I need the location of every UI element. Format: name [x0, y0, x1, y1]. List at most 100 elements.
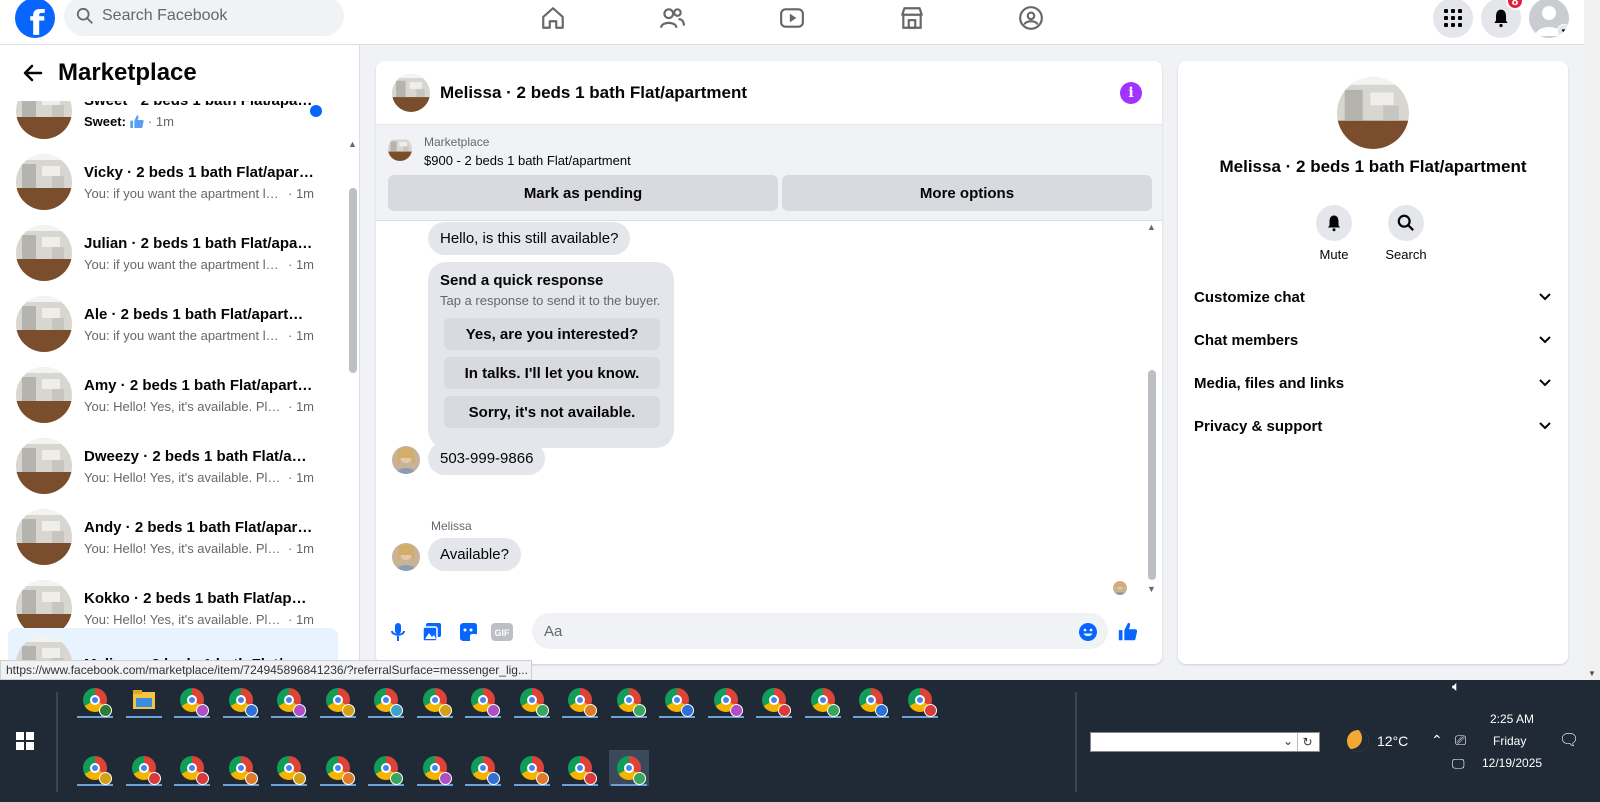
chevron-down-icon[interactable]: ⌄ — [1283, 734, 1293, 748]
conversation-item-amy[interactable]: Amy · 2 beds 1 bath Flat/apartm... You: … — [8, 359, 338, 431]
home-icon[interactable] — [533, 2, 573, 34]
chrome-window-icon[interactable] — [706, 682, 746, 718]
customize-chat-section[interactable]: Customize chat — [1186, 277, 1560, 317]
search-box[interactable] — [64, 0, 344, 36]
chrome-window-icon[interactable] — [415, 750, 455, 786]
like-thumb-icon[interactable] — [1116, 620, 1140, 644]
conversation-item-andy[interactable]: Andy · 2 beds 1 bath Flat/apart... You: … — [8, 501, 338, 573]
toolbar-address-combo[interactable]: ⌄ ↻ — [1090, 732, 1320, 752]
microphone-icon[interactable] — [386, 620, 410, 644]
scroll-up-arrow-icon[interactable]: ▲ — [1147, 222, 1156, 232]
menu-grid-icon[interactable] — [1433, 0, 1473, 38]
chat-details-panel: Melissa · 2 beds 1 bath Flat/apartment M… — [1178, 61, 1568, 664]
clock-date[interactable]: 12/19/2025 — [1482, 756, 1542, 770]
chrome-window-icon[interactable] — [366, 682, 406, 718]
chrome-window-icon[interactable] — [269, 682, 309, 718]
quick-response-yes-button[interactable]: Yes, are you interested? — [444, 318, 660, 350]
clock-day[interactable]: Friday — [1493, 734, 1526, 748]
info-icon[interactable]: i — [1120, 82, 1142, 104]
scrollbar-thumb[interactable] — [1148, 370, 1156, 580]
scroll-down-arrow-icon[interactable]: ▼ — [1588, 669, 1596, 678]
chrome-window-icon[interactable] — [560, 682, 600, 718]
message-thread-scrollbar[interactable]: ▲ ▼ — [1146, 222, 1158, 602]
friends-icon[interactable] — [652, 2, 692, 34]
mark-as-pending-button[interactable]: Mark as pending — [388, 175, 778, 211]
scrollbar-thumb[interactable] — [349, 188, 357, 373]
chrome-window-icon[interactable] — [851, 682, 891, 718]
listing-avatar[interactable] — [1337, 77, 1409, 149]
temperature[interactable]: 12°C — [1377, 733, 1408, 749]
chevron-up-icon[interactable]: ⌃ — [1431, 732, 1443, 749]
marketplace-icon[interactable] — [892, 2, 932, 34]
network-icon[interactable]: 🖵︎ — [1452, 756, 1465, 772]
moon-weather-icon[interactable] — [1347, 730, 1369, 752]
facebook-logo[interactable]: f — [15, 0, 55, 38]
conversation-item-dweezy[interactable]: Dweezy · 2 beds 1 bath Flat/apar... You:… — [8, 430, 338, 502]
listing-title[interactable]: $900 - 2 beds 1 bath Flat/apartment — [424, 153, 631, 168]
notifications-button[interactable]: 8 — [1481, 0, 1524, 38]
marketplace-listing-banner: Marketplace $900 - 2 beds 1 bath Flat/ap… — [376, 125, 1162, 221]
chat-title[interactable]: Melissa · 2 beds 1 bath Flat/apartment — [440, 83, 747, 103]
chrome-window-icon[interactable] — [560, 750, 600, 786]
sender-avatar[interactable] — [392, 446, 420, 474]
more-options-button[interactable]: More options — [782, 175, 1152, 211]
chrome-window-icon[interactable] — [657, 682, 697, 718]
conversation-item-ale[interactable]: Ale · 2 beds 1 bath Flat/apartment You: … — [8, 288, 338, 360]
action-center-icon[interactable]: 🗨︎ — [1559, 730, 1579, 750]
chrome-window-icon[interactable] — [221, 682, 261, 718]
privacy-support-section[interactable]: Privacy & support — [1186, 406, 1560, 446]
sticker-icon[interactable] — [456, 620, 480, 644]
chrome-window-icon[interactable] — [75, 682, 115, 718]
quick-response-in-talks-button[interactable]: In talks. I'll let you know. — [444, 357, 660, 389]
message-input[interactable] — [532, 613, 1108, 649]
conversation-list-scrollbar[interactable]: ▲ — [346, 93, 358, 680]
chrome-window-icon[interactable] — [318, 682, 358, 718]
chrome-window-icon[interactable] — [512, 682, 552, 718]
chrome-window-icon[interactable] — [269, 750, 309, 786]
chrome-window-icon[interactable] — [463, 750, 503, 786]
meet-now-icon[interactable]: ⎚ — [1455, 732, 1466, 749]
photo-icon[interactable] — [420, 620, 444, 644]
search-in-chat-button[interactable]: Search — [1376, 205, 1436, 262]
groups-icon[interactable] — [1011, 2, 1051, 34]
chrome-window-icon[interactable] — [318, 750, 358, 786]
conversation-item-vicky[interactable]: Vicky · 2 beds 1 bath Flat/apart... You:… — [8, 146, 338, 218]
conversation-time: · 1m — [288, 185, 314, 201]
chrome-window-icon[interactable] — [366, 750, 406, 786]
scroll-down-arrow-icon[interactable]: ▼ — [1147, 584, 1156, 594]
section-label: Customize chat — [1194, 288, 1305, 306]
chrome-window-icon[interactable] — [172, 750, 212, 786]
scroll-up-arrow-icon[interactable]: ▲ — [348, 139, 357, 149]
chat-listing-thumbnail[interactable] — [392, 73, 430, 112]
chrome-window-icon[interactable] — [463, 682, 503, 718]
conversation-item-julian[interactable]: Julian · 2 beds 1 bath Flat/apart... You… — [8, 217, 338, 289]
chrome-window-icon[interactable] — [172, 682, 212, 718]
account-avatar[interactable]: ▼ — [1529, 0, 1569, 38]
chat-members-section[interactable]: Chat members — [1186, 320, 1560, 360]
refresh-icon[interactable]: ↻ — [1297, 733, 1317, 751]
mute-button[interactable]: Mute — [1304, 205, 1364, 262]
quick-response-not-available-button[interactable]: Sorry, it's not available. — [444, 396, 660, 428]
chrome-window-icon[interactable] — [75, 750, 115, 786]
chrome-window-icon[interactable] — [609, 682, 649, 718]
sender-avatar[interactable] — [392, 543, 420, 571]
gif-icon[interactable]: GIF — [490, 620, 514, 644]
file-explorer-icon[interactable] — [124, 682, 164, 718]
search-input[interactable] — [102, 7, 322, 25]
chrome-window-icon[interactable] — [608, 750, 649, 786]
page-scrollbar[interactable]: ▼ — [1584, 0, 1600, 680]
chrome-window-icon[interactable] — [803, 682, 843, 718]
chrome-window-icon[interactable] — [512, 750, 552, 786]
chrome-window-icon[interactable] — [415, 682, 455, 718]
windows-start-icon[interactable] — [16, 732, 34, 750]
video-icon[interactable] — [772, 2, 812, 34]
emoji-icon[interactable] — [1076, 620, 1100, 644]
media-files-links-section[interactable]: Media, files and links — [1186, 363, 1560, 403]
chrome-window-icon[interactable] — [900, 682, 940, 718]
chrome-window-icon[interactable] — [221, 750, 261, 786]
chrome-window-icon[interactable] — [754, 682, 794, 718]
chrome-window-icon[interactable] — [124, 750, 164, 786]
back-arrow-icon[interactable] — [18, 58, 48, 88]
clock-time[interactable]: 2:25 AM — [1490, 712, 1534, 726]
speaker-icon[interactable]: 🔈︎ — [1452, 678, 1460, 695]
